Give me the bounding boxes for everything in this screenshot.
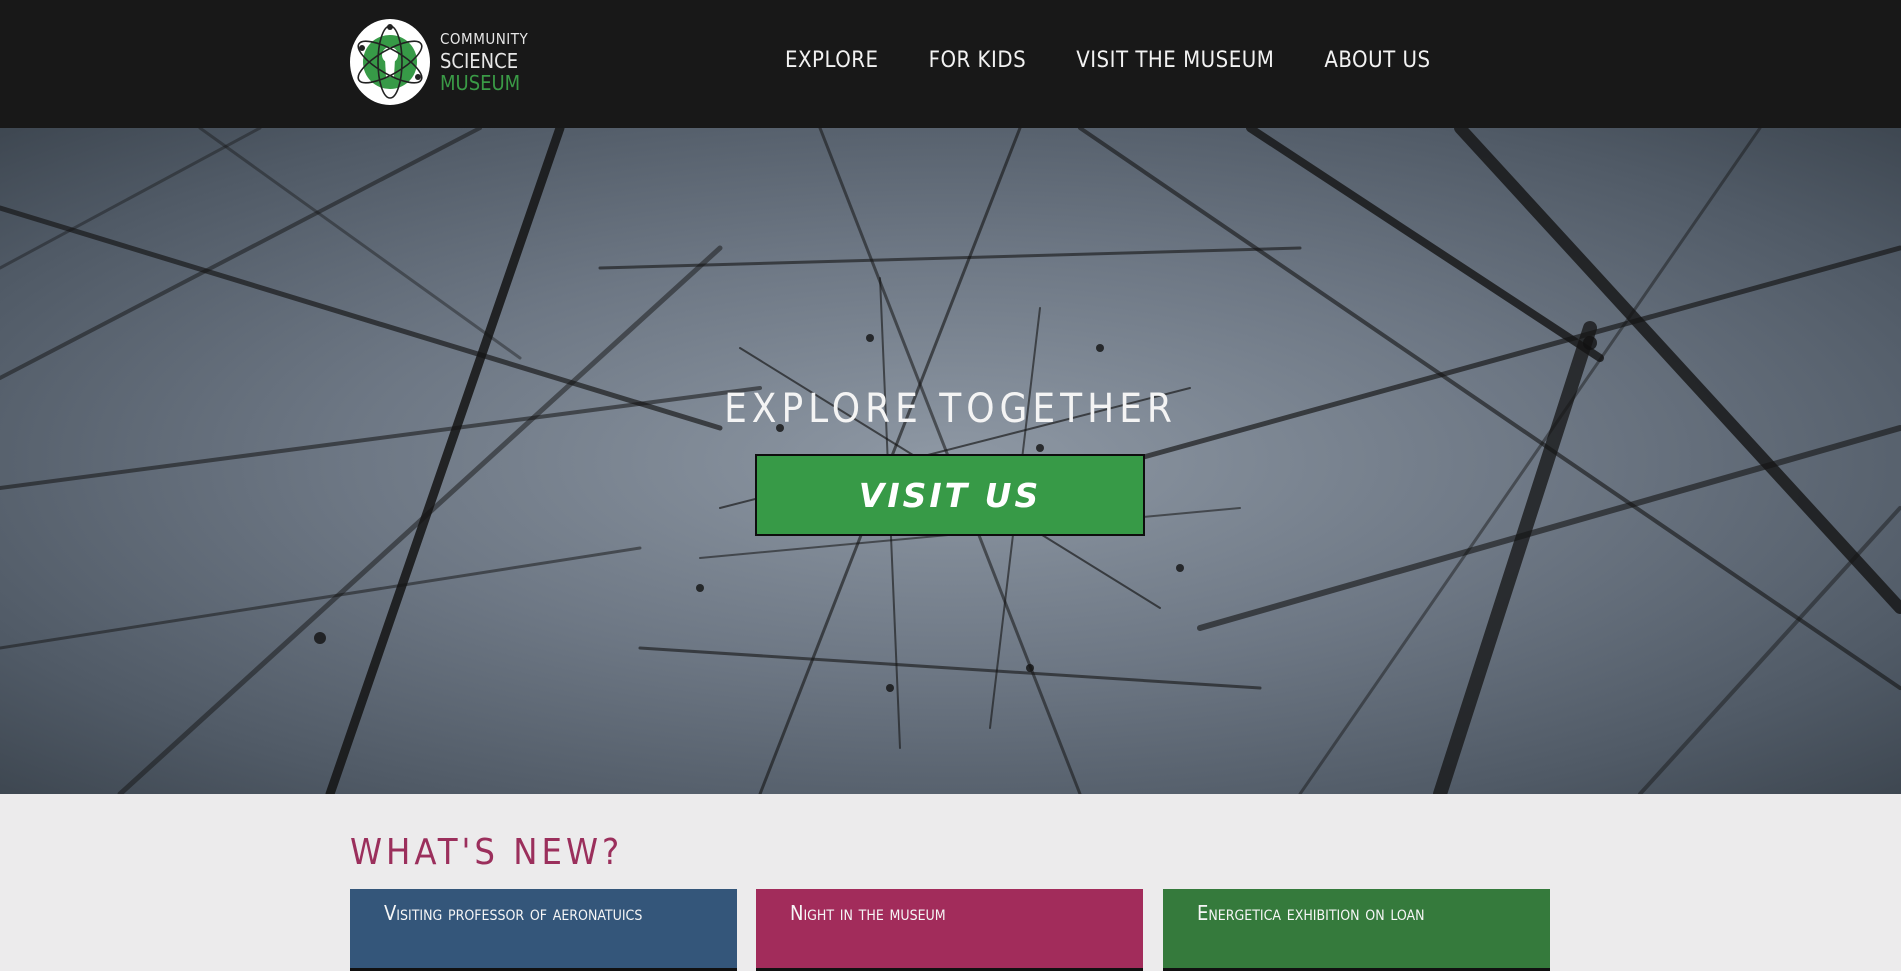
site-header: COMMUNITY SCIENCE MUSEUM EXPLORE FOR KID… — [0, 0, 1901, 128]
news-card-visiting-professor[interactable]: Visiting professor of aeronatuics — [350, 889, 737, 971]
nav-for-kids[interactable]: FOR KIDS — [929, 48, 1027, 73]
whats-new-section: WHAT'S NEW? Visiting professor of aerona… — [0, 794, 1901, 971]
atom-keyhole-icon — [350, 19, 430, 105]
news-card-title: Night in the museum — [790, 901, 946, 925]
logo-line-science: SCIENCE — [440, 48, 519, 73]
news-card-title: Visiting professor of aeronatuics — [384, 901, 643, 925]
news-card-title: Energetica exhibition on loan — [1197, 901, 1425, 925]
whats-new-heading: WHAT'S NEW? — [350, 832, 624, 873]
visit-us-button[interactable]: VISIT US — [755, 454, 1145, 536]
site-logo[interactable]: COMMUNITY SCIENCE MUSEUM — [350, 19, 528, 105]
news-card-energetica-exhibition[interactable]: Energetica exhibition on loan — [1163, 889, 1550, 971]
logo-line-community: COMMUNITY — [440, 29, 529, 48]
nav-about-us[interactable]: ABOUT US — [1324, 48, 1430, 73]
main-nav: EXPLORE FOR KIDS VISIT THE MUSEUM ABOUT … — [785, 48, 1431, 73]
logo-line-museum: MUSEUM — [440, 70, 521, 95]
hero-title: EXPLORE TOGETHER — [724, 386, 1177, 432]
nav-visit-the-museum[interactable]: VISIT THE MUSEUM — [1076, 48, 1274, 73]
hero-banner: EXPLORE TOGETHER VISIT US — [0, 128, 1901, 794]
news-card-night-in-museum[interactable]: Night in the museum — [756, 889, 1143, 971]
nav-explore[interactable]: EXPLORE — [785, 48, 879, 73]
logo-wordmark: COMMUNITY SCIENCE MUSEUM — [440, 29, 529, 95]
